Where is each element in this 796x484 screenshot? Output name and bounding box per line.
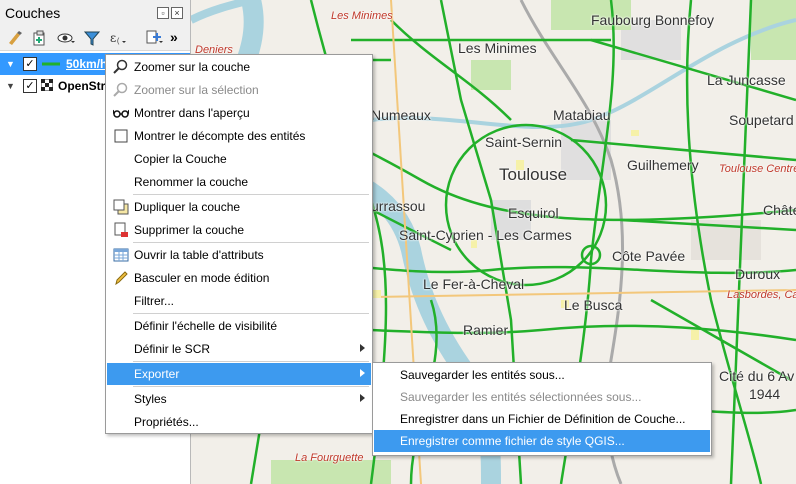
menu-separator	[133, 386, 369, 387]
menu-item-rename-layer[interactable]: Renommer la couche	[107, 171, 371, 193]
map-label: Saint-Sernin	[485, 134, 563, 150]
submenu-arrow-icon	[360, 369, 365, 377]
menu-item-show-in-overview[interactable]: Montrer dans l'aperçu	[107, 102, 371, 124]
layers-toolbar: ε( »	[0, 26, 190, 51]
map-label: Les Minimes	[331, 10, 393, 22]
panel-header: Couches ▫ ×	[0, 0, 190, 26]
map-label: Numeaux	[371, 107, 431, 123]
map-label: Châte	[763, 202, 796, 218]
filter-icon[interactable]	[83, 29, 101, 47]
map-label: Esquirol	[508, 205, 559, 221]
map-label: Lasbordes, Ca	[727, 289, 796, 301]
layer-name: 50km/h	[66, 57, 108, 71]
map-label: La Juncasse	[707, 72, 786, 88]
menu-item-zoom-to-layer[interactable]: Zoomer sur la couche	[107, 56, 371, 78]
map-label: Soupetard	[729, 112, 794, 128]
layer-context-menu: Zoomer sur la couche Zoomer sur la sélec…	[105, 54, 373, 434]
float-panel-icon[interactable]: ▫	[157, 7, 169, 19]
glasses-icon	[113, 109, 129, 118]
layer-visibility-checkbox[interactable]: ✓	[23, 79, 37, 93]
menu-separator	[133, 194, 369, 195]
expression-filter-icon[interactable]: ε(	[108, 29, 126, 47]
menu-item-toggle-editing[interactable]: Basculer en mode édition	[107, 267, 371, 289]
submenu-arrow-icon	[360, 344, 365, 352]
export-submenu: Sauvegarder les entités sous... Sauvegar…	[372, 362, 712, 456]
layer-visibility-checkbox[interactable]: ✓	[23, 57, 37, 71]
map-label: Ramier	[463, 322, 509, 338]
expand-all-icon[interactable]	[145, 29, 163, 47]
map-label: La Fourguette	[295, 452, 364, 464]
menu-separator	[133, 313, 369, 314]
menu-item-save-features-as[interactable]: Sauvegarder les entités sous...	[374, 364, 710, 386]
pencil-icon	[115, 271, 128, 286]
toolbar-overflow-button[interactable]: »	[170, 29, 178, 45]
map-label: Cité du 6 Av	[719, 368, 795, 384]
collapse-arrow-icon[interactable]: ▼	[6, 81, 15, 91]
duplicate-icon	[113, 199, 129, 215]
collapse-arrow-icon[interactable]: ▼	[6, 59, 15, 69]
checkbox-icon	[114, 129, 128, 143]
svg-text:(: (	[117, 38, 120, 45]
map-label: Faubourg Bonnefoy	[591, 12, 714, 28]
map-label: Matabiau	[553, 107, 611, 123]
svg-text:ε: ε	[110, 31, 116, 45]
raster-layer-icon	[41, 79, 53, 91]
panel-title: Couches	[5, 5, 61, 21]
menu-item-open-attribute-table[interactable]: Ouvrir la table d'attributs	[107, 244, 371, 266]
menu-item-save-qgis-style[interactable]: Enregistrer comme fichier de style QGIS.…	[374, 430, 710, 452]
menu-item-remove-layer[interactable]: Supprimer la couche	[107, 219, 371, 241]
menu-item-filter[interactable]: Filtrer...	[107, 290, 371, 312]
style-manager-icon[interactable]	[6, 29, 24, 47]
attribute-table-icon	[113, 248, 129, 262]
line-symbol-icon	[42, 62, 60, 66]
map-label: Le Fer-à-Cheval	[423, 276, 525, 292]
menu-item-export[interactable]: Exporter	[107, 363, 371, 385]
zoom-magnifier-icon	[113, 59, 128, 74]
map-label: Les Minimes	[458, 40, 537, 56]
menu-item-zoom-to-selection[interactable]: Zoomer sur la sélection	[107, 79, 371, 101]
menu-separator	[133, 242, 369, 243]
visibility-eye-icon[interactable]	[57, 29, 75, 47]
menu-item-styles[interactable]: Styles	[107, 388, 371, 410]
map-label: Duroux	[735, 266, 781, 282]
menu-item-set-scale-visibility[interactable]: Définir l'échelle de visibilité	[107, 315, 371, 337]
map-label: urrassou	[371, 198, 426, 214]
map-label: Toulouse	[499, 165, 568, 184]
menu-item-properties[interactable]: Propriétés...	[107, 411, 371, 433]
map-label: Côte Pavée	[612, 248, 686, 264]
zoom-selection-icon	[113, 82, 128, 97]
remove-layer-icon	[114, 222, 128, 237]
menu-item-set-crs[interactable]: Définir le SCR	[107, 338, 371, 360]
map-label: Le Busca	[564, 297, 623, 313]
add-group-icon[interactable]	[31, 29, 49, 47]
map-label: Toulouse Centre	[719, 163, 796, 175]
menu-item-save-selected-features-as[interactable]: Sauvegarder les entités sélectionnées so…	[374, 386, 710, 408]
menu-item-copy-layer[interactable]: Copier la Couche	[107, 148, 371, 170]
menu-separator	[133, 361, 369, 362]
menu-item-show-feature-count[interactable]: Montrer le décompte des entités	[107, 125, 371, 147]
menu-item-duplicate-layer[interactable]: Dupliquer la couche	[107, 196, 371, 218]
close-panel-icon[interactable]: ×	[171, 7, 183, 19]
map-label: Saint-Cyprien - Les Carmes	[399, 227, 572, 243]
menu-item-save-layer-definition[interactable]: Enregistrer dans un Fichier de Définitio…	[374, 408, 710, 430]
submenu-arrow-icon	[360, 394, 365, 402]
map-label: Guilhemery	[627, 157, 699, 173]
map-label: 1944	[749, 386, 781, 402]
